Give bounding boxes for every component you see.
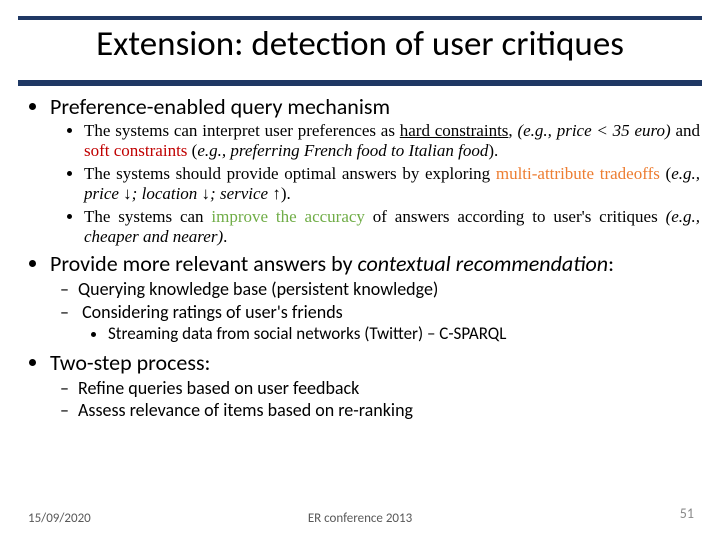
bullet-pref-mechanism: Preference-enabled query mechanism The s…: [50, 94, 700, 247]
dash-ratings: Considering ratings of user's friends St…: [78, 302, 700, 345]
page-number: 51: [680, 505, 694, 522]
title-rule: [18, 80, 702, 86]
dash-kb: Querying knowledge base (persistent know…: [78, 279, 700, 301]
footer: 15/09/2020 ER conference 2013 51: [0, 504, 720, 526]
text: Preference-enabled query mechanism: [50, 93, 390, 120]
slide-body: Preference-enabled query mechanism The s…: [26, 94, 700, 427]
dash-rerank: Assess relevance of items based on re-ra…: [78, 400, 700, 422]
bullet-two-step: Two-step process: Refine queries based o…: [50, 350, 700, 422]
improve-accuracy: improve the accuracy: [211, 207, 365, 226]
hard-constraints: hard constraints: [400, 121, 509, 140]
dash-refine: Refine queries based on user feedback: [78, 378, 700, 400]
subbullet-tradeoffs: The systems should provide optimal answe…: [84, 164, 700, 205]
multi-attr: multi-attribute tradeoffs: [496, 164, 660, 183]
subbullet-improve: The systems can improve the accuracy of …: [84, 207, 700, 248]
bullet-contextual: Provide more relevant answers by context…: [50, 251, 700, 345]
slide: Extension: detection of user critiques P…: [0, 0, 720, 540]
top-rule: [18, 16, 702, 20]
subbullet-hard-soft: The systems can interpret user preferenc…: [84, 121, 700, 162]
footer-center: ER conference 2013: [0, 511, 720, 526]
sub-streaming: Streaming data from social networks (Twi…: [108, 324, 700, 344]
slide-title: Extension: detection of user critiques: [18, 24, 702, 64]
soft-constraints: soft constraints: [84, 141, 187, 160]
